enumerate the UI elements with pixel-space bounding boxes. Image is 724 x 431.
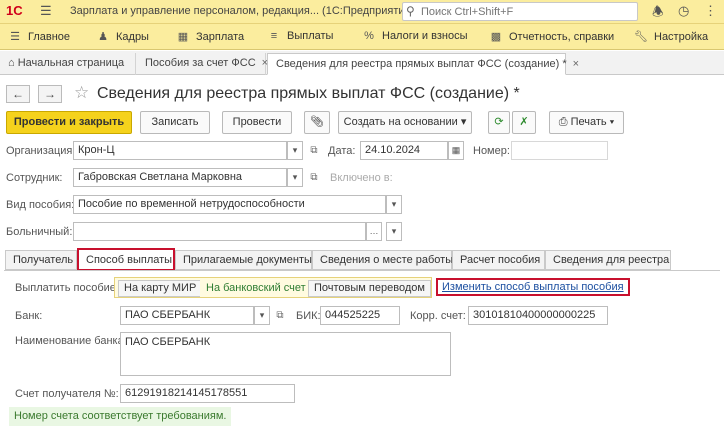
number-field[interactable]	[511, 141, 608, 160]
create-based-on-button[interactable]: Создать на основании ▾	[338, 111, 472, 134]
date-field[interactable]: 24.10.2024	[360, 141, 448, 160]
employee-field[interactable]: Габровская Светлана Марковна	[73, 168, 287, 187]
close-icon[interactable]: ×	[573, 58, 579, 70]
calendar-icon[interactable]: ▦	[448, 141, 464, 160]
main-menu-icon[interactable]: ☰	[40, 3, 52, 19]
included-in-label: Включено в:	[330, 172, 393, 184]
tab-payment-method[interactable]: Способ выплаты	[77, 248, 175, 271]
chevron-down-icon[interactable]: ▾	[386, 195, 402, 214]
home-icon: ⌂	[8, 57, 15, 69]
benefit-type-label: Вид пособия:	[6, 199, 75, 211]
menu-item-salary[interactable]: ▦ Зарплата	[176, 30, 244, 43]
menu-icon: ☰	[10, 31, 20, 43]
tab-workplace-info[interactable]: Сведения о месте работы	[312, 250, 453, 270]
tab-home[interactable]: ⌂ Начальная страница	[0, 53, 136, 75]
option-bank-account[interactable]: На банковский счет	[200, 280, 312, 297]
option-postal-transfer[interactable]: Почтовым переводом	[308, 280, 431, 297]
change-payment-method-link[interactable]: Изменить способ выплаты пособия	[436, 278, 630, 296]
pay-benefit-label: Выплатить пособие:	[15, 282, 119, 294]
ellipsis-icon[interactable]: …	[366, 222, 382, 241]
organization-label: Организация:	[6, 145, 76, 157]
validation-message: Номер счета соответствует требованиям.	[9, 407, 232, 426]
menu-item-reports[interactable]: ▩ Отчетность, справки	[489, 30, 614, 43]
app-logo: 1С	[6, 3, 23, 18]
tab-registry-info-inner[interactable]: Сведения для реестра	[545, 250, 671, 270]
bik-field[interactable]: 044525225	[320, 306, 400, 325]
corr-account-field[interactable]: 30101810400000000225	[468, 306, 608, 325]
report-icon: ▩	[490, 31, 502, 43]
global-search[interactable]: ⚲	[402, 2, 638, 21]
menu-item-taxes[interactable]: % Налоги и взносы	[362, 30, 467, 42]
corr-account-label: Корр. счет:	[410, 310, 466, 322]
employee-label: Сотрудник:	[6, 172, 63, 184]
form-title: Сведения для реестра прямых выплат ФСС (…	[97, 85, 520, 102]
wrench-icon: 🔧︎	[634, 31, 648, 43]
people-icon: ♟	[98, 31, 108, 43]
open-link-icon[interactable]: ⧉	[272, 306, 288, 325]
account-field[interactable]: 61291918214145178551	[120, 384, 295, 403]
number-label: Номер:	[473, 145, 510, 157]
sick-leave-field[interactable]	[73, 222, 366, 241]
bank-label: Банк:	[15, 310, 43, 322]
back-button[interactable]: ←	[6, 85, 30, 103]
window-tabs: ⌂ Начальная страница Пособия за счет ФСС…	[0, 51, 724, 75]
open-link-icon[interactable]: ⧉	[306, 168, 322, 187]
post-and-close-button[interactable]: Провести и закрыть	[6, 111, 132, 134]
tab-attached-docs[interactable]: Прилагаемые документы	[175, 250, 312, 270]
menu-item-hr[interactable]: ♟ Кадры	[96, 30, 149, 43]
favorite-star-icon[interactable]: ☆	[74, 83, 89, 103]
organization-field[interactable]: Крон-Ц	[73, 141, 287, 160]
printer-icon: ⎙	[558, 116, 568, 128]
sick-leave-label: Больничный:	[6, 226, 73, 238]
menu-item-main[interactable]: ☰ Главное	[8, 30, 70, 43]
benefit-type-field[interactable]: Пособие по временной нетрудоспособности	[73, 195, 386, 214]
bank-name-field[interactable]: ПАО СБЕРБАНК	[120, 332, 451, 376]
search-input[interactable]	[421, 4, 635, 19]
tab-registry-info[interactable]: Сведения для реестра прямых выплат ФСС (…	[267, 53, 579, 75]
chevron-down-icon[interactable]: ▾	[254, 306, 270, 325]
history-icon[interactable]: ◷	[678, 3, 689, 19]
refresh-icon[interactable]: ⟳	[488, 111, 510, 134]
bank-field[interactable]: ПАО СБЕРБАНК	[120, 306, 254, 325]
option-mir-card[interactable]: На карту МИР	[118, 280, 203, 297]
paperclip-icon[interactable]: 📎︎	[304, 111, 330, 134]
search-icon: ⚲	[406, 4, 415, 18]
tab-fss-benefits[interactable]: Пособия за счет ФСС ×	[137, 53, 268, 75]
open-link-icon[interactable]: ⧉	[306, 141, 322, 160]
chevron-down-icon[interactable]: ▾	[287, 168, 303, 187]
bank-name-label: Наименование банка:	[15, 335, 127, 347]
menu-item-payments[interactable]: ≡ Выплаты	[267, 30, 334, 42]
bik-label: БИК:	[296, 310, 321, 322]
window-title: Зарплата и управление персоналом, редакц…	[70, 5, 415, 17]
payment-method-selector: На карту МИР На банковский счет Почтовым…	[114, 277, 432, 298]
chevron-down-icon[interactable]: ▾	[386, 222, 402, 241]
list-icon: ≡	[270, 30, 278, 42]
more-icon[interactable]: ⋮	[704, 3, 717, 19]
account-label: Счет получателя №:	[15, 388, 119, 400]
date-label: Дата:	[328, 145, 356, 157]
forward-button[interactable]: →	[38, 85, 62, 103]
tab-recipient[interactable]: Получатель	[5, 250, 77, 270]
bell-icon[interactable]: 🕭︎	[652, 3, 664, 25]
sections-menu: ☰ Главное ♟ Кадры ▦ Зарплата ≡ Выплаты % Нало…	[0, 24, 724, 50]
cancel-posting-icon[interactable]: ✗	[512, 111, 536, 134]
chevron-down-icon[interactable]: ▾	[287, 141, 303, 160]
menu-item-settings[interactable]: 🔧︎ Настройка	[634, 30, 708, 43]
percent-icon: %	[364, 30, 374, 42]
tab-benefit-calc[interactable]: Расчет пособия	[452, 250, 545, 270]
save-button[interactable]: Записать	[140, 111, 210, 134]
calculator-icon: ▦	[177, 31, 189, 43]
print-button[interactable]: ⎙ Печать ▾	[549, 111, 624, 134]
title-bar: 1С ☰ Зарплата и управление персоналом, р…	[0, 0, 724, 24]
post-button[interactable]: Провести	[222, 111, 292, 134]
